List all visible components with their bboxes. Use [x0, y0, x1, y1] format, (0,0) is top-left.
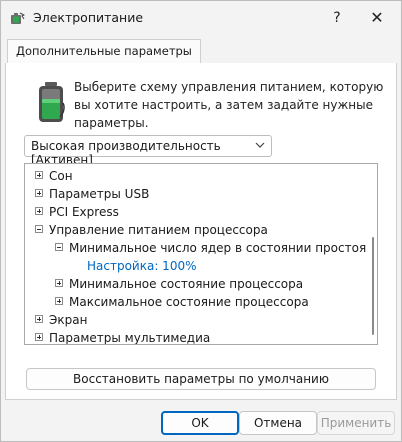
description-text: Выберите схему управления питанием, кото…	[74, 80, 384, 130]
help-button[interactable]: ?	[319, 5, 355, 31]
chevron-down-icon	[255, 142, 265, 148]
close-button[interactable]: ✕	[359, 5, 395, 31]
tree-item-label: Минимальное число ядер в состоянии прост…	[69, 241, 367, 255]
tree-item-label: Сон	[49, 169, 73, 183]
tree-item-label: Параметры мультимедиа	[49, 331, 211, 345]
title-bar[interactable]: Электропитание ? ✕	[1, 1, 401, 35]
advanced-settings-panel: Выберите схему управления питанием, кото…	[5, 63, 397, 400]
tree-item-label: PCI Express	[49, 205, 119, 219]
collapse-icon[interactable]	[55, 243, 63, 251]
tree-item-label: Экран	[49, 313, 88, 327]
ok-button[interactable]: OK	[161, 411, 239, 435]
expand-icon[interactable]	[35, 189, 43, 197]
expand-icon[interactable]	[35, 207, 43, 215]
cancel-button[interactable]: Отмена	[239, 411, 317, 435]
power-scheme-select[interactable]: Высокая производительность [Активен]	[24, 135, 272, 167]
setting-value-link[interactable]: Настройка: 100%	[87, 257, 197, 275]
collapse-icon[interactable]	[35, 225, 43, 233]
expand-icon[interactable]	[55, 279, 63, 287]
vertical-scrollbar[interactable]	[372, 237, 374, 335]
tab-strip: Дополнительные параметры	[5, 37, 397, 64]
window-title: Электропитание	[33, 10, 144, 25]
tree-item-label: Параметры USB	[49, 187, 150, 201]
tab-advanced-settings[interactable]: Дополнительные параметры	[7, 39, 201, 64]
tree-item-label: Управление питанием процессора	[49, 223, 268, 237]
power-options-dialog: Электропитание ? ✕ Дополнительные параме…	[0, 0, 402, 442]
settings-tree[interactable]: Сон Параметры USB PCI Express Управление…	[24, 163, 378, 345]
tree-item-label: Минимальное состояние процессора	[69, 277, 304, 291]
expand-icon[interactable]	[55, 297, 63, 305]
battery-icon	[39, 82, 65, 122]
expand-icon[interactable]	[35, 171, 43, 179]
restore-defaults-button[interactable]: Восстановить параметры по умолчанию	[26, 368, 376, 390]
tree-item-label: Максимальное состояние процессора	[69, 295, 309, 309]
expand-icon[interactable]	[35, 333, 43, 341]
apply-button[interactable]: Применить	[317, 411, 395, 435]
power-options-icon	[11, 12, 25, 24]
expand-icon[interactable]	[35, 315, 43, 323]
